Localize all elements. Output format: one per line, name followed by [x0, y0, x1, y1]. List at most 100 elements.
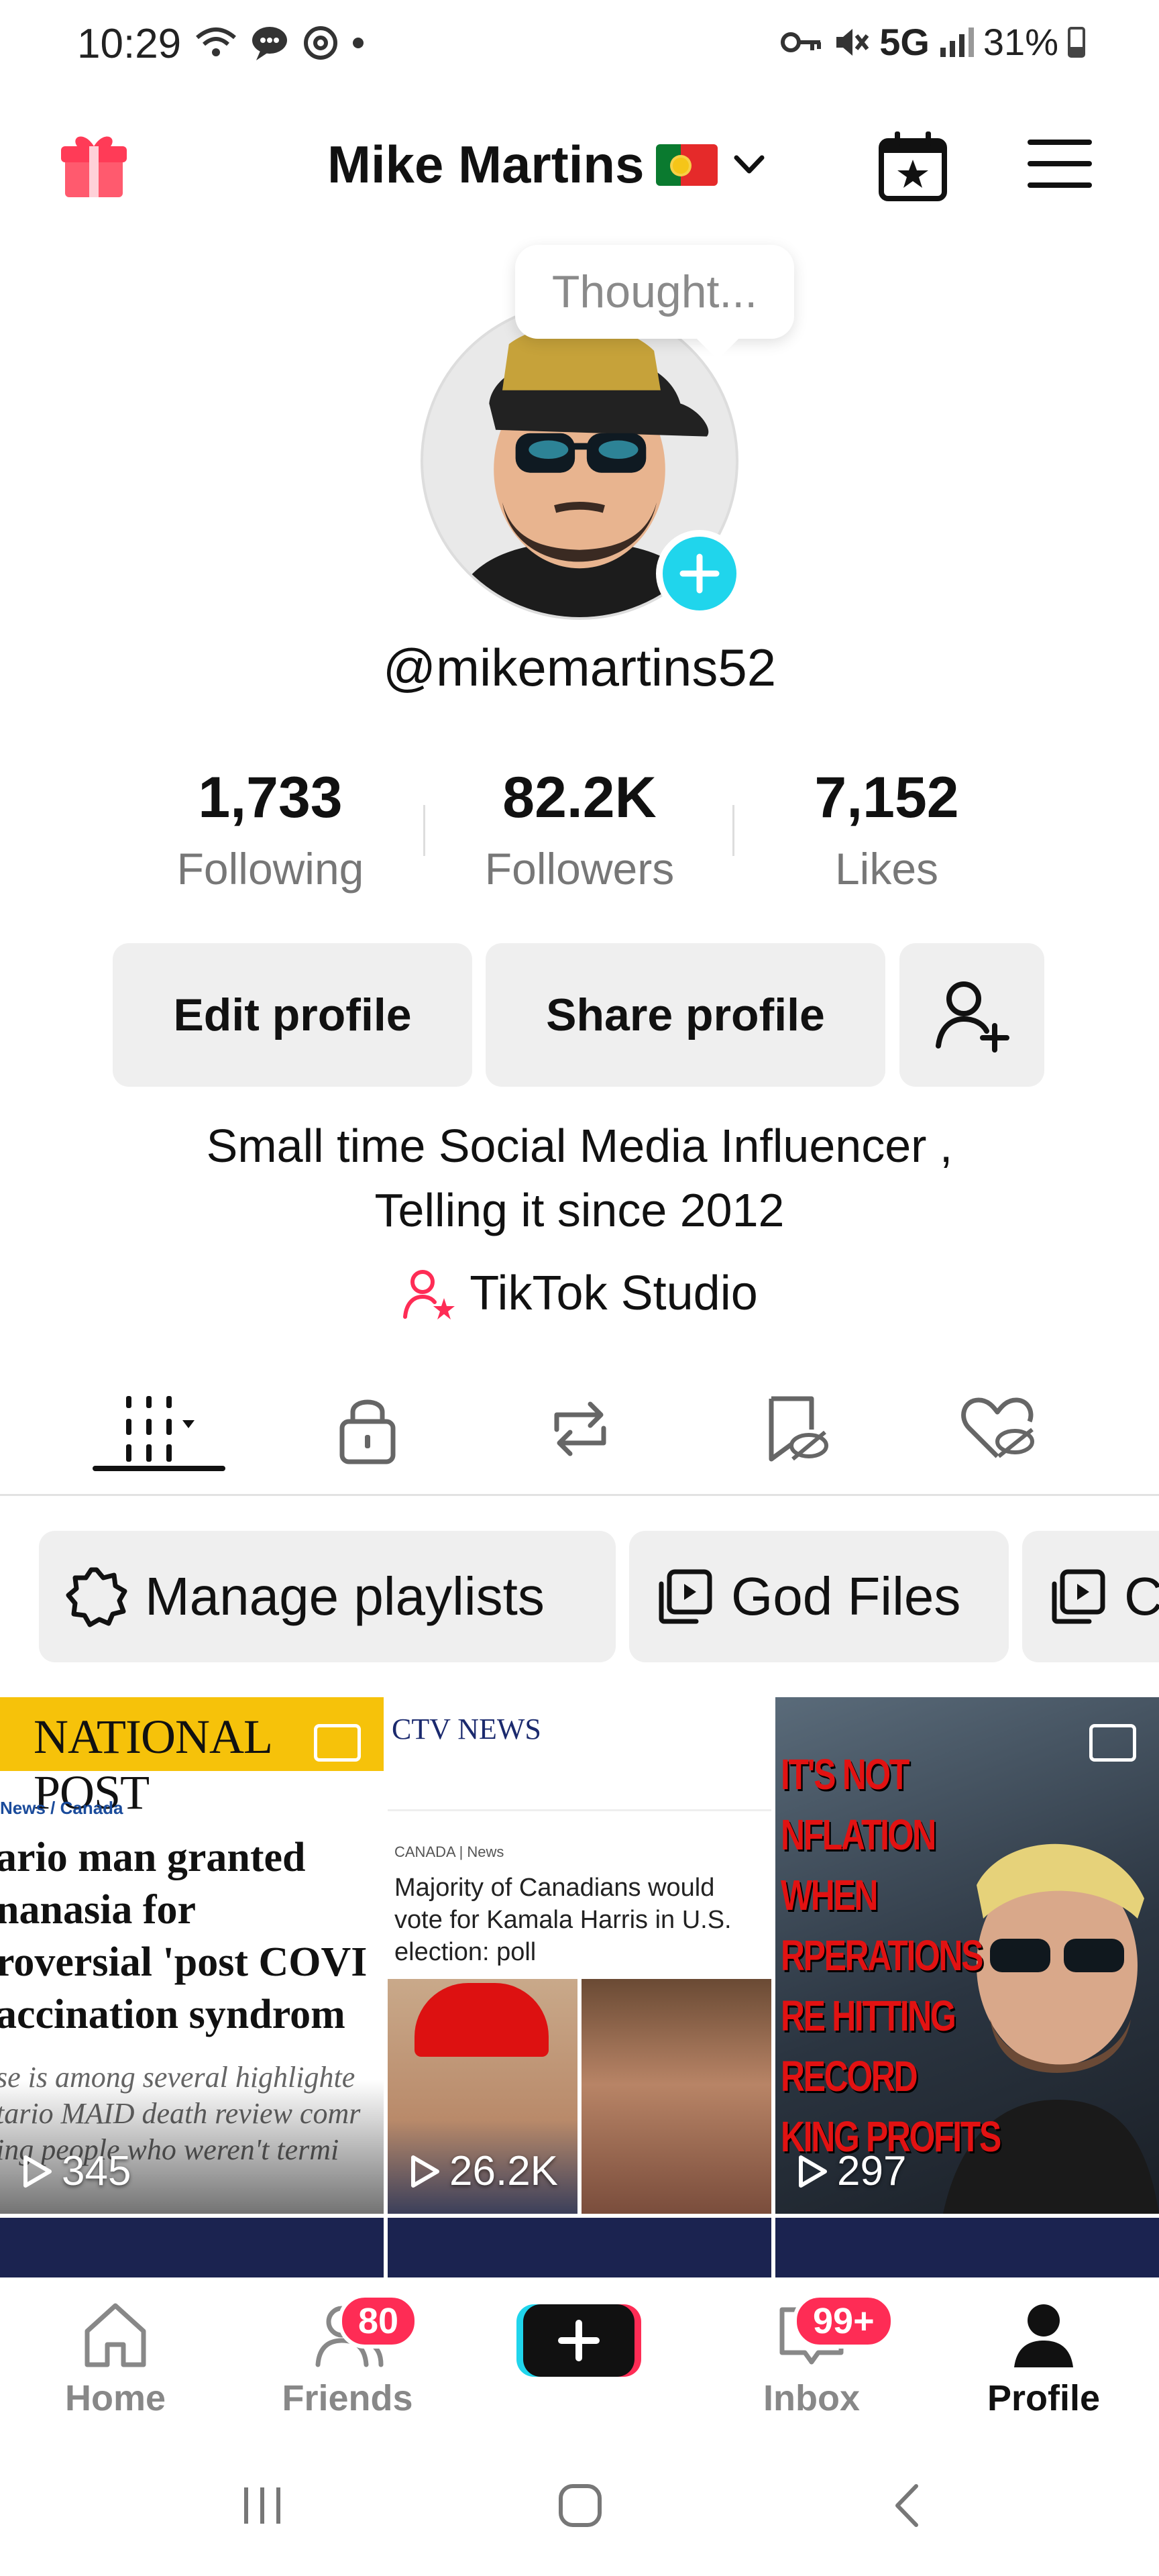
- gift-icon[interactable]: [57, 127, 131, 201]
- studio-person-star-icon: [403, 1270, 455, 1320]
- video-thumbnail-partial[interactable]: [388, 2218, 771, 2277]
- stat-likes-label: Likes: [834, 844, 939, 894]
- view-count-value: 297: [837, 2148, 907, 2194]
- profile-header: Mike Martins: [0, 107, 1159, 221]
- stat-followers-value: 82.2K: [502, 765, 657, 830]
- bio-line-2: Telling it since 2012: [374, 1184, 785, 1236]
- nav-inbox-label: Inbox: [763, 2378, 860, 2418]
- thumbnail-source: CTV NEWS: [392, 1713, 541, 1746]
- nav-inbox[interactable]: Inbox 99+: [724, 2294, 899, 2419]
- stat-following-label: Following: [176, 844, 364, 894]
- hamburger-menu-icon[interactable]: [1025, 134, 1095, 195]
- video-thumbnail[interactable]: NATIONAL POST News / Canada ario man gra…: [0, 1697, 384, 2214]
- bottom-nav: Home Friends 80 Inbox 99+ Profile: [0, 2277, 1159, 2442]
- thought-bubble[interactable]: Thought...: [515, 245, 794, 339]
- calendar-star-icon[interactable]: [876, 129, 950, 203]
- key-icon: [781, 32, 822, 52]
- threads-icon: [304, 26, 337, 60]
- stat-followers[interactable]: 82.2K Followers: [445, 765, 714, 894]
- view-count: 345: [20, 2147, 131, 2195]
- stat-following-value: 1,733: [198, 765, 343, 830]
- recent-apps-icon[interactable]: [239, 2482, 286, 2529]
- view-count: 297: [795, 2147, 906, 2195]
- thumbnail-headline: Majority of Canadians would vote for Kam…: [394, 1874, 732, 1966]
- add-person-icon: [936, 981, 1009, 1053]
- studio-label: TikTok Studio: [470, 1267, 758, 1320]
- playlist-chip[interactable]: God Files: [629, 1531, 1009, 1662]
- stat-likes-value: 7,152: [814, 765, 959, 830]
- nav-home-label: Home: [64, 2378, 166, 2418]
- tab-favorites[interactable]: [744, 1389, 845, 1469]
- playlist-icon: [659, 1569, 712, 1624]
- tab-private[interactable]: [317, 1389, 418, 1469]
- share-profile-button[interactable]: Share profile: [486, 943, 885, 1087]
- stat-divider: [423, 805, 425, 856]
- profile-tabs: [0, 1368, 1159, 1496]
- nav-profile-label: Profile: [987, 2378, 1101, 2418]
- thumbnail-crumb: News / Canada: [0, 1798, 123, 1818]
- friends-badge: 80: [338, 2294, 419, 2349]
- video-grid: NATIONAL POST News / Canada ario man gra…: [0, 1697, 1159, 2277]
- status-left-icons: [195, 24, 365, 62]
- back-icon[interactable]: [885, 2482, 932, 2529]
- thumbnail-crumb: CANADA | News: [394, 1843, 504, 1860]
- bio-line-1: Small time Social Media Influencer ,: [206, 1120, 953, 1172]
- wifi-call-icon: [196, 28, 236, 56]
- repost-icon: [554, 1401, 606, 1456]
- playlists-row: Manage playlists God Files C: [0, 1531, 1159, 1662]
- tab-reposts[interactable]: [530, 1389, 630, 1469]
- gear-icon: [66, 1567, 127, 1627]
- stat-following[interactable]: 1,733 Following: [136, 765, 404, 894]
- stat-likes[interactable]: 7,152 Likes: [753, 765, 1021, 894]
- playlist-chip[interactable]: C: [1022, 1531, 1159, 1662]
- playlist-label: God Files: [731, 1566, 961, 1626]
- manage-playlists-button[interactable]: Manage playlists: [39, 1531, 616, 1662]
- status-right: 5G 31%: [780, 20, 1085, 64]
- message-icon: [252, 27, 287, 60]
- video-thumbnail[interactable]: CTV NEWS CANADA | News Majority of Canad…: [388, 1697, 771, 2214]
- portugal-flag-icon: [656, 144, 718, 186]
- tiktok-studio-link[interactable]: TikTok Studio: [0, 1265, 1159, 1322]
- profile-icon: [1014, 2304, 1073, 2367]
- bookmark-hidden-icon: [769, 1396, 828, 1462]
- photo-post-icon: [1089, 1724, 1136, 1762]
- edit-profile-button[interactable]: Edit profile: [113, 943, 472, 1087]
- profile-actions: Edit profile Share profile: [0, 943, 1159, 1087]
- playlist-icon: [1052, 1569, 1105, 1624]
- system-nav-bar: [0, 2442, 1159, 2576]
- nav-home[interactable]: Home: [28, 2298, 203, 2419]
- add-story-button[interactable]: [656, 530, 743, 617]
- video-thumbnail-partial[interactable]: [775, 2218, 1159, 2277]
- battery-icon: [1068, 26, 1085, 58]
- view-count-value: 26.2K: [449, 2148, 559, 2194]
- profile-handle: @mikemartins52: [382, 638, 777, 697]
- add-friend-button[interactable]: [899, 943, 1044, 1087]
- home-system-icon[interactable]: [557, 2482, 604, 2529]
- signal-icon: [940, 27, 974, 57]
- status-time: 10:29: [77, 21, 182, 67]
- stat-followers-label: Followers: [484, 844, 675, 894]
- stat-divider: [732, 805, 734, 856]
- profile-name: Mike Martins: [327, 135, 645, 194]
- meme-text: IT'S NOT NFLATION WHEN RPERATIONS RE HIT…: [781, 1750, 1001, 2161]
- nav-profile[interactable]: Profile: [956, 2298, 1131, 2419]
- lock-icon: [339, 1399, 396, 1464]
- play-icon: [411, 2155, 439, 2188]
- account-switcher[interactable]: Mike Martins: [327, 134, 769, 195]
- heart-hidden-icon: [961, 1397, 1034, 1458]
- tab-videos[interactable]: [93, 1389, 225, 1471]
- tab-liked[interactable]: [948, 1389, 1049, 1469]
- grid-videos-icon: [126, 1396, 195, 1462]
- video-thumbnail-partial[interactable]: [0, 2218, 384, 2277]
- nav-friends[interactable]: Friends 80: [260, 2294, 435, 2419]
- create-button[interactable]: [516, 2300, 641, 2381]
- play-icon: [23, 2155, 52, 2188]
- profile-bio: Small time Social Media Influencer , Tel…: [0, 1114, 1159, 1242]
- profile-stats: 1,733 Following 82.2K Followers 7,152 Li…: [0, 765, 1159, 912]
- nav-friends-label: Friends: [282, 2378, 413, 2418]
- mute-icon: [836, 28, 869, 56]
- video-thumbnail[interactable]: IT'S NOT NFLATION WHEN RPERATIONS RE HIT…: [775, 1697, 1159, 2214]
- battery-level: 31%: [983, 21, 1058, 63]
- plus-icon: [679, 553, 720, 594]
- playlist-label: C: [1124, 1566, 1159, 1626]
